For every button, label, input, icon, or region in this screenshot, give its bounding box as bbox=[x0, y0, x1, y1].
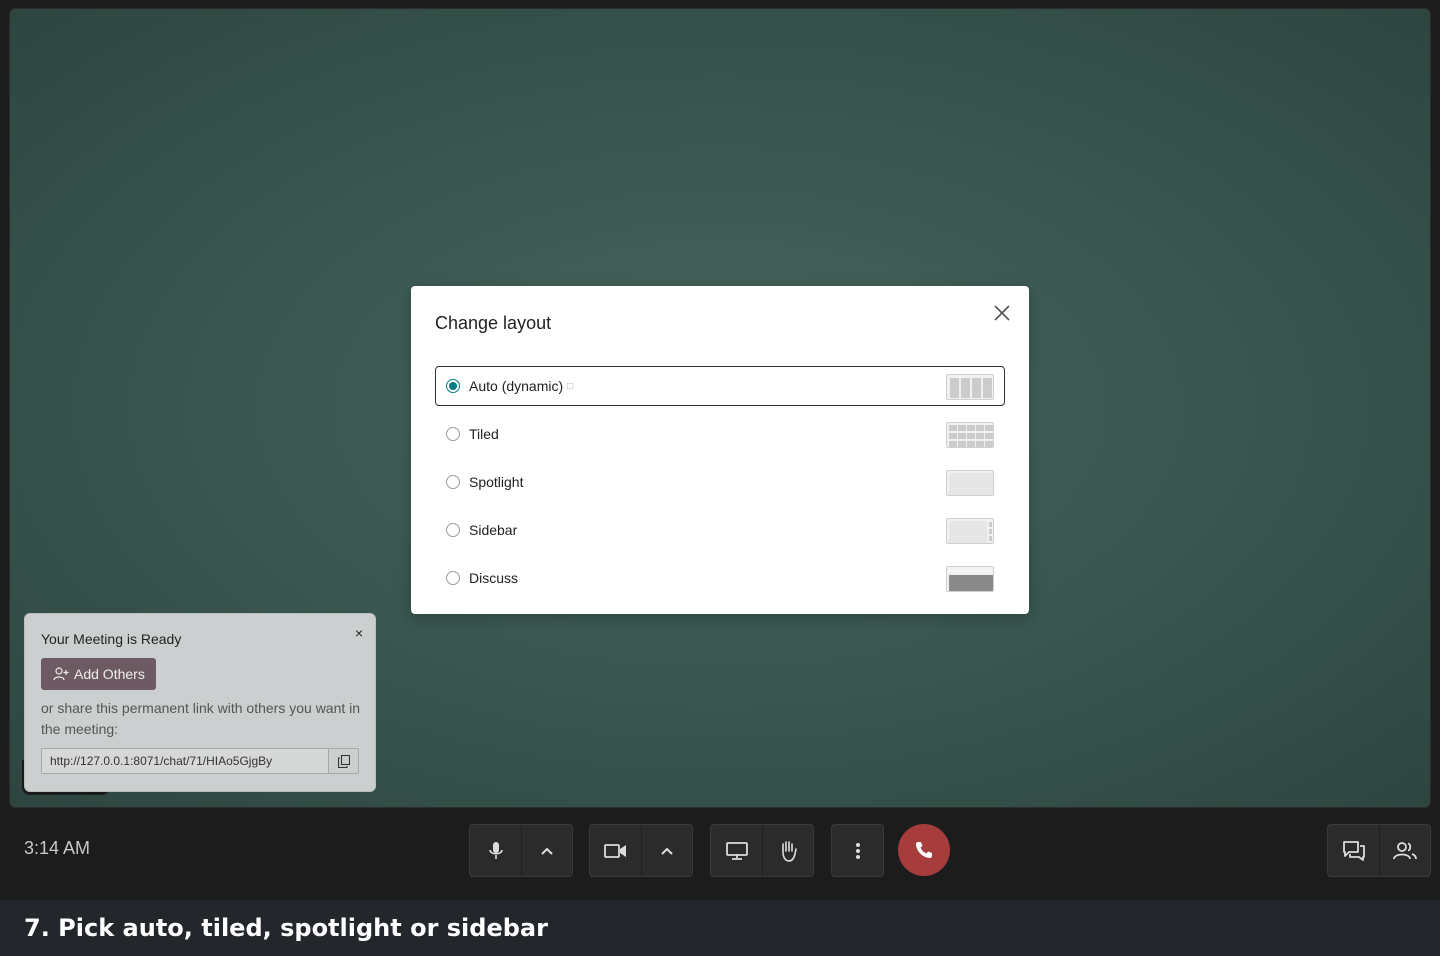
hang-up-icon bbox=[916, 842, 932, 858]
dialog-title: Change layout bbox=[435, 313, 552, 333]
auto-layout-thumbnail bbox=[946, 374, 994, 400]
screen-share-button[interactable] bbox=[711, 825, 762, 876]
discuss-layout-thumbnail bbox=[946, 566, 994, 592]
option-label: Auto (dynamic) bbox=[469, 378, 564, 394]
add-others-label: Add Others bbox=[74, 666, 145, 682]
option-label: Spotlight bbox=[469, 474, 524, 490]
option-label: Tiled bbox=[469, 426, 499, 442]
tiled-layout-thumbnail bbox=[946, 422, 994, 448]
video-options-button[interactable] bbox=[641, 825, 692, 876]
step-caption: 7. Pick auto, tiled, spotlight or sideba… bbox=[24, 914, 548, 942]
spotlight-layout-thumbnail bbox=[946, 470, 994, 496]
layout-option-discuss[interactable]: Discuss bbox=[435, 558, 1005, 598]
audio-controls bbox=[469, 824, 573, 877]
layout-option-sidebar[interactable]: Sidebar bbox=[435, 510, 1005, 550]
share-instructions: or share this permanent link with others… bbox=[41, 700, 361, 737]
radio-button[interactable] bbox=[446, 523, 460, 537]
radio-button[interactable] bbox=[446, 475, 460, 489]
clock: 3:14 AM bbox=[24, 838, 91, 858]
chevron-up-icon bbox=[661, 847, 673, 855]
more-vertical-icon bbox=[855, 842, 860, 859]
raise-hand-icon bbox=[782, 840, 797, 862]
add-user-icon bbox=[53, 667, 69, 681]
layout-option-tiled[interactable]: Tiled bbox=[435, 414, 1005, 454]
option-label: Sidebar bbox=[469, 522, 518, 538]
copy-icon bbox=[337, 754, 350, 768]
meeting-ready-popup: Your Meeting is Ready × Add Others or sh… bbox=[24, 613, 376, 792]
sidebar-controls bbox=[1327, 824, 1431, 877]
chevron-up-icon bbox=[541, 847, 553, 855]
radio-button[interactable] bbox=[446, 571, 460, 585]
mute-button[interactable] bbox=[470, 825, 521, 876]
sidebar-layout-thumbnail bbox=[946, 518, 994, 544]
meeting-link-input[interactable] bbox=[42, 749, 328, 773]
close-icon[interactable]: × bbox=[355, 625, 363, 641]
layout-option-auto[interactable]: Auto (dynamic) □ bbox=[435, 366, 1005, 406]
video-controls bbox=[589, 824, 693, 877]
raise-hand-button[interactable] bbox=[762, 825, 813, 876]
popup-title: Your Meeting is Ready bbox=[41, 631, 182, 647]
camera-icon bbox=[603, 843, 626, 858]
hang-up-button[interactable] bbox=[898, 824, 950, 876]
radio-button[interactable] bbox=[446, 427, 460, 441]
more-button[interactable] bbox=[832, 825, 883, 876]
share-controls bbox=[710, 824, 814, 877]
layout-options: Auto (dynamic) □ Tiled Spotlight Sidebar… bbox=[435, 366, 1005, 606]
audio-options-button[interactable] bbox=[521, 825, 572, 876]
radio-button[interactable] bbox=[446, 379, 460, 393]
camera-button[interactable] bbox=[590, 825, 641, 876]
chat-icon bbox=[1342, 840, 1365, 861]
change-layout-dialog: Change layout Auto (dynamic) □ Tiled Spo… bbox=[411, 286, 1029, 614]
option-label: Discuss bbox=[469, 570, 519, 586]
participants-button[interactable] bbox=[1379, 825, 1430, 876]
chat-button[interactable] bbox=[1328, 825, 1379, 876]
close-icon[interactable] bbox=[991, 302, 1013, 324]
caption-bar: 7. Pick auto, tiled, spotlight or sideba… bbox=[0, 900, 1440, 956]
info-icon: □ bbox=[567, 380, 574, 392]
more-controls bbox=[831, 824, 884, 877]
participants-icon bbox=[1393, 841, 1417, 859]
meeting-link-field bbox=[41, 748, 359, 774]
layout-option-spotlight[interactable]: Spotlight bbox=[435, 462, 1005, 502]
add-others-button[interactable]: Add Others bbox=[41, 658, 156, 690]
copy-link-button[interactable] bbox=[328, 749, 358, 773]
microphone-icon bbox=[488, 841, 503, 859]
screen-share-icon bbox=[725, 841, 748, 860]
